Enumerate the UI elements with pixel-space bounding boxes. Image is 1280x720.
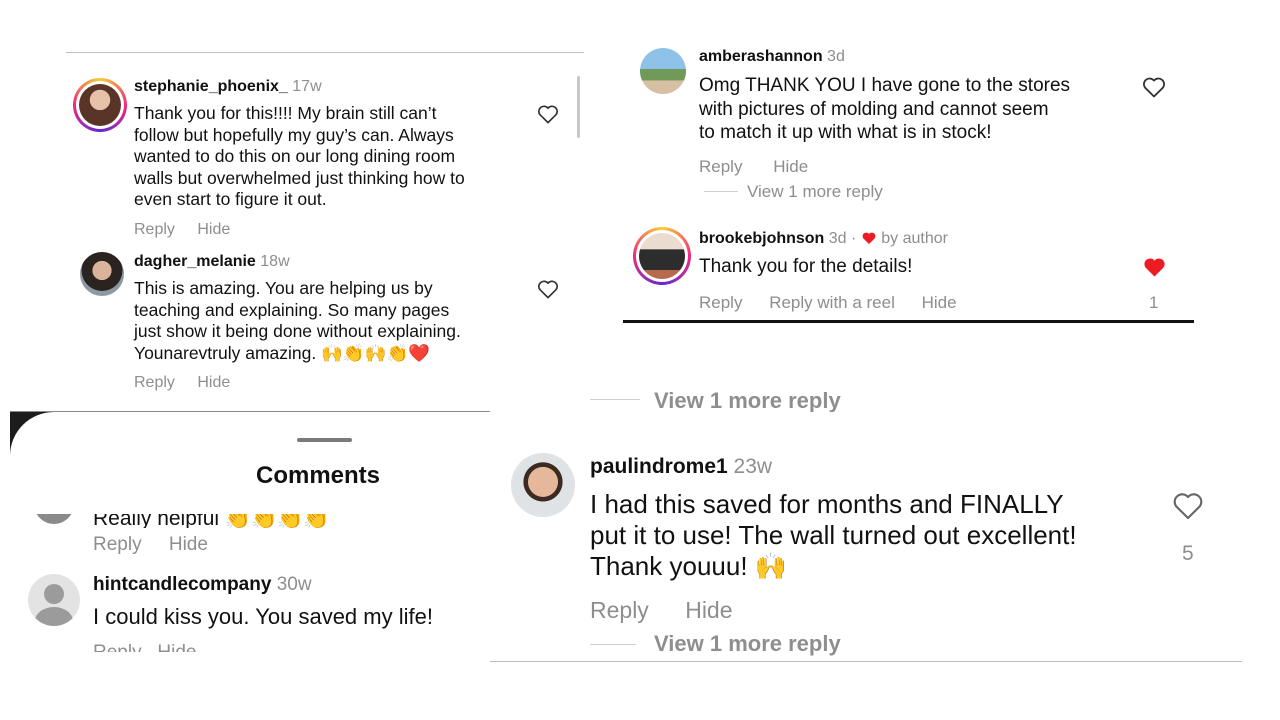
liked-by-author-heart-icon [862, 232, 876, 245]
comment-timestamp: 3d [827, 48, 845, 65]
comment-text: Thank you for the details! [699, 256, 913, 277]
comment-username[interactable]: stephanie_phoenix_ [134, 78, 288, 95]
comment-panel-1: stephanie_phoenix_ 17w Thank you for thi… [10, 40, 590, 412]
hide-button[interactable]: Hide [922, 293, 957, 312]
hide-button[interactable]: Hide [685, 597, 732, 623]
comment-text-line: Younarevtruly amazing. 🙌👏🙌👏❤️ [134, 342, 431, 363]
view-more-replies-button[interactable]: View 1 more reply [654, 631, 841, 657]
comment-timestamp: 18w [260, 253, 290, 270]
heart-icon[interactable] [1172, 491, 1204, 520]
heart-icon[interactable] [537, 104, 559, 124]
comment-text-line: put it to use! The wall turned out excel… [590, 520, 1077, 550]
view-more-replies-button[interactable]: View 1 more reply [747, 182, 883, 202]
comment-timestamp: 17w [292, 78, 322, 95]
heart-icon[interactable] [1142, 76, 1166, 98]
comment-text-line: Thank you for this!!!! My brain still ca… [134, 103, 437, 123]
comment-timestamp: 3d [828, 230, 847, 247]
hide-button[interactable]: Hide [773, 157, 808, 176]
comment-text-line: Omg THANK YOU I have gone to the stores [699, 75, 1071, 96]
comment-timestamp: 23w [733, 455, 773, 478]
comment-text-line: even start to figure it out. [134, 189, 327, 209]
comment-text: I had this saved for months and FINALLY … [590, 489, 1077, 582]
comment-panel-2: amberashannon 3d Omg THANK YOU I have go… [620, 40, 1200, 330]
comments-sheet: Comments Really helpful 👏👏👏👏 Reply Hide … [10, 412, 490, 652]
like-count: 1 [1149, 293, 1159, 312]
comment-username[interactable]: paulindrome1 [590, 455, 728, 478]
avatar [639, 233, 685, 279]
sheet-title: Comments [256, 462, 381, 489]
view-more-line [590, 644, 636, 645]
hide-button[interactable]: Hide [197, 221, 230, 238]
avatar[interactable] [80, 252, 124, 296]
comment-panel-4: View 1 more reply paulindrome1 23w I had… [490, 385, 1250, 663]
comment-text: This is amazing. You are helping us by t… [134, 278, 461, 364]
reply-button[interactable]: Reply [93, 534, 142, 555]
default-avatar-icon[interactable] [28, 574, 80, 626]
view-more-line [704, 191, 738, 192]
reply-button[interactable]: Reply [699, 293, 742, 312]
heart-icon[interactable] [537, 279, 559, 299]
comment-text-line: Thank youuu! 🙌 [590, 551, 788, 581]
reply-button[interactable]: Reply [134, 374, 175, 391]
hide-button[interactable]: Hide [169, 534, 208, 555]
avatar[interactable] [640, 48, 686, 94]
story-ring[interactable] [73, 78, 127, 132]
comment-username[interactable]: amberashannon [699, 48, 823, 65]
scrollbar[interactable] [577, 76, 580, 138]
comment-username[interactable]: brookebjohnson [699, 230, 824, 247]
hide-button[interactable]: Hide [197, 374, 230, 391]
partial-comment: Really helpful 👏👏👏👏 [10, 514, 490, 528]
reply-with-reel-button[interactable]: Reply with a reel [769, 293, 895, 312]
reply-button[interactable]: Reply [134, 221, 175, 238]
avatar [34, 514, 74, 524]
comment-text-line: walls but overwhelmed just thinking how … [134, 167, 465, 188]
comment-text-line: just show it being done without explaini… [134, 321, 461, 341]
reply-button[interactable]: Reply [590, 597, 649, 623]
story-ring[interactable] [633, 227, 691, 285]
comment-text: I could kiss you. You saved my life! [93, 604, 433, 629]
comment-text-line: with pictures of molding and cannot seem [699, 98, 1049, 120]
avatar[interactable] [512, 454, 574, 516]
view-more-line [590, 399, 640, 400]
comment-text: Omg THANK YOU I have gone to the stores … [699, 74, 1070, 145]
reply-button[interactable]: Reply [699, 157, 742, 176]
comment-text-line: to match it up with what is in stock! [699, 122, 992, 143]
comment-text-line: teaching and explaining. So many pages [134, 299, 450, 320]
partial-actions[interactable]: Reply Hide [93, 642, 197, 652]
drag-handle[interactable] [297, 438, 352, 442]
like-count: 5 [1182, 542, 1194, 565]
panel-bottom-divider [490, 661, 1242, 662]
partial-comment-text: Really helpful 👏👏👏👏 [93, 514, 330, 528]
separator-dot: · [851, 230, 857, 247]
comment-text-line: wanted to do this on our long dining roo… [134, 146, 456, 166]
comment-text-line: I had this saved for months and FINALLY [590, 489, 1064, 519]
panel-bottom-bar [623, 320, 1194, 323]
avatar [79, 84, 121, 126]
heart-filled-icon[interactable] [1142, 256, 1167, 278]
comment-username[interactable]: hintcandlecompany [93, 574, 271, 595]
panel-top-divider [66, 52, 584, 53]
by-author-label: by author [881, 230, 948, 247]
comment-username[interactable]: dagher_melanie [134, 253, 256, 270]
view-more-replies-button[interactable]: View 1 more reply [654, 388, 841, 412]
comment-timestamp: 30w [276, 574, 312, 595]
comment-text-line: This is amazing. You are helping us by [134, 278, 433, 298]
comment-text: Thank you for this!!!! My brain still ca… [134, 103, 465, 211]
comment-text-line: follow but hopefully my guy’s can. Alway… [134, 124, 454, 145]
